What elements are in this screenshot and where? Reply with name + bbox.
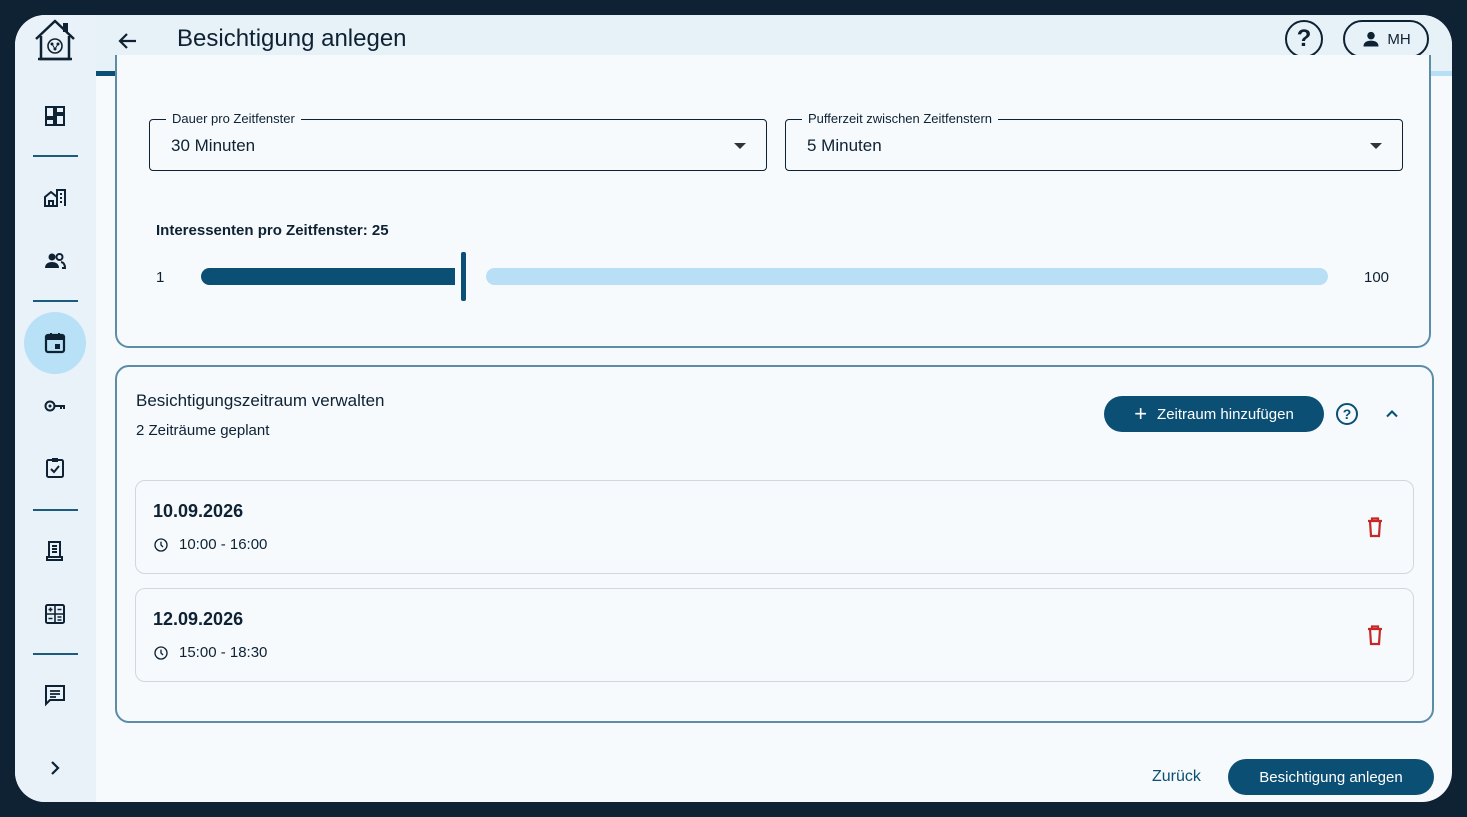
help-button[interactable]: ? [1285,20,1323,58]
period-item: 10.09.2026 10:00 - 16:00 [135,480,1414,574]
sidebar-item-properties[interactable] [35,178,75,218]
slider-title: Interessenten pro Zeitfenster: 25 [156,222,389,239]
sidebar-divider [33,653,78,655]
page-title: Besichtigung anlegen [177,25,407,52]
buffer-label: Pufferzeit zwischen Zeitfenstern [802,111,999,126]
calendar-icon [44,333,66,354]
section-title: Besichtigungszeitraum verwalten [136,391,385,410]
sidebar-expand-button[interactable] [35,748,75,788]
add-period-button[interactable]: + Zeitraum hinzufügen [1104,396,1324,432]
back-link[interactable]: Zurück [1152,768,1201,786]
period-time-row: 15:00 - 18:30 [153,644,267,661]
sidebar-item-calculator[interactable] [35,594,75,634]
chevron-up-icon[interactable] [1382,404,1402,424]
chat-icon [45,685,65,707]
slider-min-label: 1 [156,269,165,286]
slider-fill[interactable] [201,268,455,285]
sidebar-divider [33,155,78,157]
sidebar-item-dashboard[interactable] [35,96,75,136]
arrow-left-icon [118,33,136,49]
back-button[interactable] [112,25,144,57]
chevron-right-icon [51,761,60,775]
delete-icon[interactable] [1363,623,1387,647]
buffer-value: 5 Minuten [807,136,882,155]
duration-value: 30 Minuten [171,136,256,155]
person-icon [1363,31,1379,47]
sidebar-item-tasks[interactable] [35,448,75,488]
buffer-select[interactable]: Pufferzeit zwischen Zeitfenstern 5 Minut… [785,111,1403,171]
section-help-icon[interactable]: ? [1336,403,1358,425]
user-menu-button[interactable]: MH [1343,20,1429,58]
caret-down-icon [734,143,746,149]
add-period-label: Zeitraum hinzufügen [1157,405,1294,423]
period-time: 15:00 - 18:30 [179,644,268,661]
slider-thumb[interactable] [460,252,466,301]
sidebar-item-keys[interactable] [35,386,75,426]
help-icon: ? [1296,25,1312,52]
sidebar-item-messages[interactable] [35,675,75,715]
key-icon [44,400,65,412]
period-date: 10.09.2026 [153,501,244,521]
plus-icon: + [1134,401,1148,426]
viewing-periods-card: Besichtigungszeitraum verwalten 2 Zeiträ… [115,365,1434,723]
caret-down-icon [1370,143,1382,149]
timeslot-settings-card: Dauer pro Zeitfenster 30 Minuten Pufferz… [115,55,1431,348]
period-time: 10:00 - 16:00 [179,536,268,553]
help-glyph: ? [1342,406,1352,422]
house-logo-icon[interactable] [32,17,78,63]
sidebar [15,15,96,802]
clock-icon [154,645,168,660]
duration-label: Dauer pro Zeitfenster [166,111,301,126]
sidebar-item-calendar[interactable] [24,312,86,374]
period-date: 12.09.2026 [153,609,244,629]
sidebar-divider [33,509,78,511]
clipboard-check-icon [46,458,64,478]
sidebar-divider [33,300,78,302]
people-icon [45,253,67,269]
delete-icon[interactable] [1363,515,1387,539]
slider-track[interactable] [486,268,1328,285]
create-viewing-button[interactable]: Besichtigung anlegen [1228,759,1434,795]
properties-icon [44,189,66,207]
dashboard-icon [45,106,65,126]
period-time-row: 10:00 - 16:00 [153,536,267,553]
sidebar-item-people[interactable] [35,241,75,281]
section-subtitle: 2 Zeiträume geplant [136,422,270,439]
user-initials: MH [1387,30,1411,48]
sidebar-item-documents[interactable] [35,531,75,571]
duration-select[interactable]: Dauer pro Zeitfenster 30 Minuten [149,111,767,171]
calculator-icon [45,604,65,624]
clock-icon [154,537,168,552]
document-icon [46,541,63,561]
slider-max-label: 100 [1364,269,1390,286]
period-item: 12.09.2026 15:00 - 18:30 [135,588,1414,682]
app-frame: Besichtigung anlegen ? MH Dauer pro Zeit… [15,15,1452,802]
